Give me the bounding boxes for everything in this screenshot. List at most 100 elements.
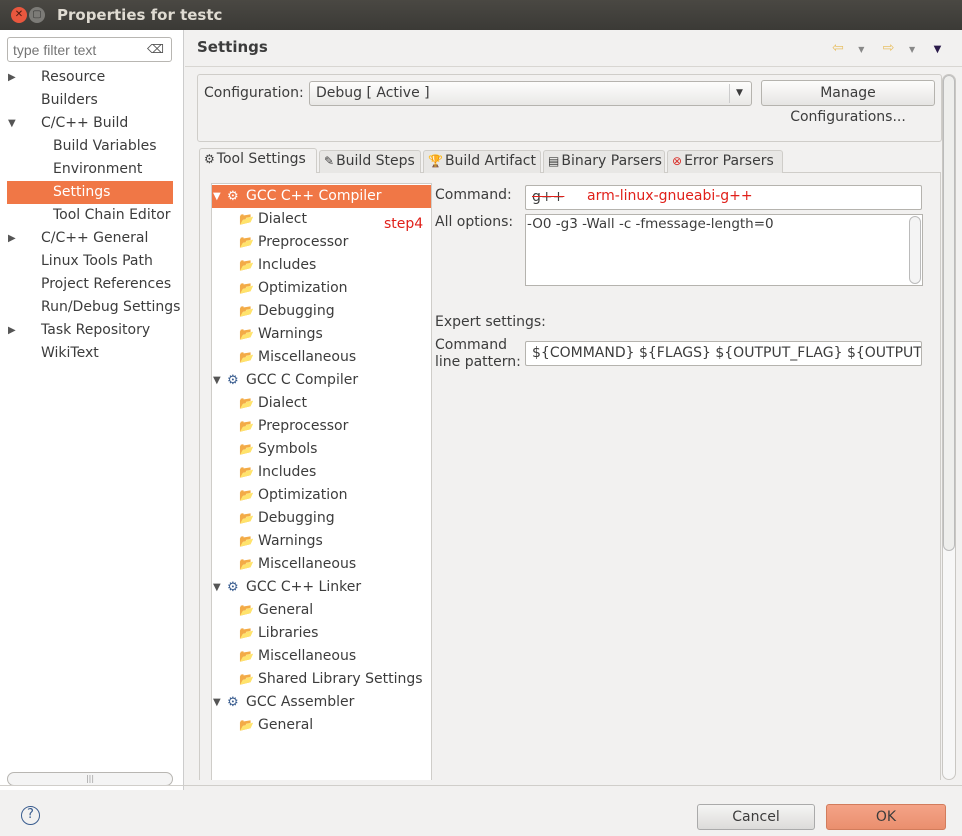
all-options-scrollbar[interactable] (909, 216, 921, 284)
tab-binary-parsers[interactable]: ▤ Binary Parsers (543, 150, 665, 173)
close-window-button[interactable]: ✕ (11, 7, 27, 23)
vertical-scrollbar-thumb[interactable] (943, 75, 955, 551)
tree-option-item[interactable]: 📂 Miscellaneous (212, 645, 431, 668)
nav-item-settings[interactable]: Settings (7, 181, 173, 204)
nav-item-task-repository[interactable]: ▶ Task Repository (7, 319, 173, 342)
option-category-icon: 📂 (239, 465, 254, 479)
nav-item-tool-chain-editor[interactable]: Tool Chain Editor (7, 204, 173, 227)
help-button[interactable]: ? (21, 806, 40, 825)
tree-option-item[interactable]: 📂 Dialect (212, 392, 431, 415)
nav-item-label: Builders (41, 92, 98, 108)
configuration-select[interactable]: Debug [ Active ] ▼ (309, 81, 752, 106)
nav-item-label: Build Variables (53, 138, 157, 154)
tree-item-label: General (258, 717, 314, 733)
nav-item-environment[interactable]: Environment (7, 158, 173, 181)
view-menu-icon[interactable]: ▼ (934, 44, 942, 55)
tree-tool-item[interactable]: ▼ ⚙ GCC Assembler (212, 691, 431, 714)
expand-right-icon[interactable]: ▶ (8, 319, 16, 342)
nav-item-label: Settings (53, 184, 111, 200)
tree-option-item[interactable]: 📂 Miscellaneous (212, 553, 431, 576)
command-line-pattern-label: Command line pattern: (435, 337, 521, 371)
back-dropdown-icon[interactable]: ▼ (858, 45, 864, 54)
option-category-icon: 📂 (239, 327, 254, 341)
tree-option-item[interactable]: 📂 Debugging (212, 300, 431, 323)
expert-settings-label: Expert settings: (435, 314, 546, 330)
tree-item-label: Libraries (258, 625, 319, 641)
tree-item-label: Includes (258, 257, 317, 273)
manage-configurations-button[interactable]: Manage Configurations... (761, 80, 935, 125)
tree-tool-item[interactable]: ▼ ⚙ GCC C++ Linker (212, 576, 431, 599)
forward-dropdown-icon[interactable]: ▼ (909, 45, 915, 54)
tree-option-item[interactable]: 📂 Miscellaneous (212, 346, 431, 369)
expand-down-icon[interactable]: ▼ (213, 369, 221, 392)
tree-option-item[interactable]: 📂 General (212, 599, 431, 622)
binary-parsers-icon: ▤ (548, 154, 560, 168)
configuration-label: Configuration: (204, 85, 304, 101)
expand-down-icon[interactable]: ▼ (8, 112, 16, 135)
forward-arrow-icon[interactable]: ⇨ (883, 40, 895, 56)
nav-item-builders[interactable]: Builders (7, 89, 173, 112)
ok-button[interactable]: OK (826, 804, 946, 830)
pattern-label-line1: Command (435, 337, 507, 353)
nav-item-project-references[interactable]: Project References (7, 273, 173, 296)
tab-tool-settings[interactable]: ⚙ Tool Settings (199, 148, 317, 173)
cancel-button[interactable]: Cancel (697, 804, 815, 830)
nav-horizontal-scrollbar[interactable]: ||| (7, 772, 173, 786)
option-category-icon: 📂 (239, 396, 254, 410)
expand-right-icon[interactable]: ▶ (8, 227, 16, 250)
tree-option-item[interactable]: 📂 Optimization (212, 484, 431, 507)
tree-tool-item[interactable]: ▼ ⚙ GCC C Compiler (212, 369, 431, 392)
option-category-icon: 📂 (239, 603, 254, 617)
back-arrow-icon[interactable]: ⇦ (832, 40, 844, 56)
option-category-icon: 📂 (239, 488, 254, 502)
tree-item-label: Symbols (258, 441, 318, 457)
expand-down-icon[interactable]: ▼ (213, 576, 221, 599)
tree-item-label: Dialect (258, 211, 307, 227)
nav-item-resource[interactable]: ▶ Resource (7, 66, 173, 89)
tool-icon: ⚙ (227, 580, 239, 595)
tab-error-parsers[interactable]: ⊗ Error Parsers (667, 150, 783, 173)
tree-option-item[interactable]: 📂 General (212, 714, 431, 737)
nav-item-label: C/C++ Build (41, 115, 129, 131)
tab-build-artifact[interactable]: 🏆 Build Artifact (423, 150, 541, 173)
expand-down-icon[interactable]: ▼ (213, 691, 221, 714)
tab-build-steps[interactable]: ✎ Build Steps (319, 150, 421, 173)
tree-option-item[interactable]: 📂 Warnings (212, 323, 431, 346)
nav-item-label: Project References (41, 276, 172, 292)
clear-filter-icon[interactable]: ⌫ (147, 42, 164, 56)
tree-item-label: Includes (258, 464, 317, 480)
tree-option-item[interactable]: 📂 Preprocessor (212, 415, 431, 438)
tree-option-item[interactable]: 📂 Warnings (212, 530, 431, 553)
history-nav: ⇦ ▼ ⇨ ▼ ▼ (832, 40, 941, 56)
option-category-icon: 📂 (239, 212, 254, 226)
expand-right-icon[interactable]: ▶ (8, 66, 16, 89)
nav-item-run-debug-settings[interactable]: Run/Debug Settings (7, 296, 180, 319)
tree-option-item[interactable]: 📂 Optimization (212, 277, 431, 300)
option-category-icon: 📂 (239, 511, 254, 525)
maximize-window-button[interactable]: ▢ (29, 7, 45, 23)
nav-item-wikitext[interactable]: WikiText (7, 342, 173, 365)
tree-item-label: GCC C Compiler (246, 372, 359, 388)
command-line-pattern-input[interactable]: ${COMMAND} ${FLAGS} ${OUTPUT_FLAG} ${OUT… (525, 341, 922, 366)
tree-option-item[interactable]: 📂 Includes (212, 461, 431, 484)
tree-item-label: Miscellaneous (258, 556, 357, 572)
option-category-icon: 📂 (239, 649, 254, 663)
tree-option-item[interactable]: 📂 Includes (212, 254, 431, 277)
nav-item-linux-tools-path[interactable]: Linux Tools Path (7, 250, 173, 273)
tree-item-label: Preprocessor (258, 418, 349, 434)
tree-option-item[interactable]: 📂 Debugging (212, 507, 431, 530)
tree-option-item[interactable]: 📂 Symbols (212, 438, 431, 461)
option-category-icon: 📂 (239, 718, 254, 732)
divider (0, 785, 962, 786)
expand-down-icon[interactable]: ▼ (213, 185, 221, 208)
tree-option-item[interactable]: 📂 Libraries (212, 622, 431, 645)
nav-item-c-c-build[interactable]: ▼ C/C++ Build (7, 112, 173, 135)
nav-item-c-c-general[interactable]: ▶ C/C++ General (7, 227, 173, 250)
tree-tool-item[interactable]: ▼ ⚙ GCC C++ Compiler (212, 185, 431, 208)
command-value: g++ (532, 189, 565, 205)
page-title: Settings (197, 38, 268, 56)
nav-item-build-variables[interactable]: Build Variables (7, 135, 173, 158)
all-options-textarea[interactable]: -O0 -g3 -Wall -c -fmessage-length=0 (525, 214, 923, 286)
tree-option-item[interactable]: 📂 Preprocessor (212, 231, 431, 254)
tree-option-item[interactable]: 📂 Shared Library Settings (212, 668, 431, 691)
